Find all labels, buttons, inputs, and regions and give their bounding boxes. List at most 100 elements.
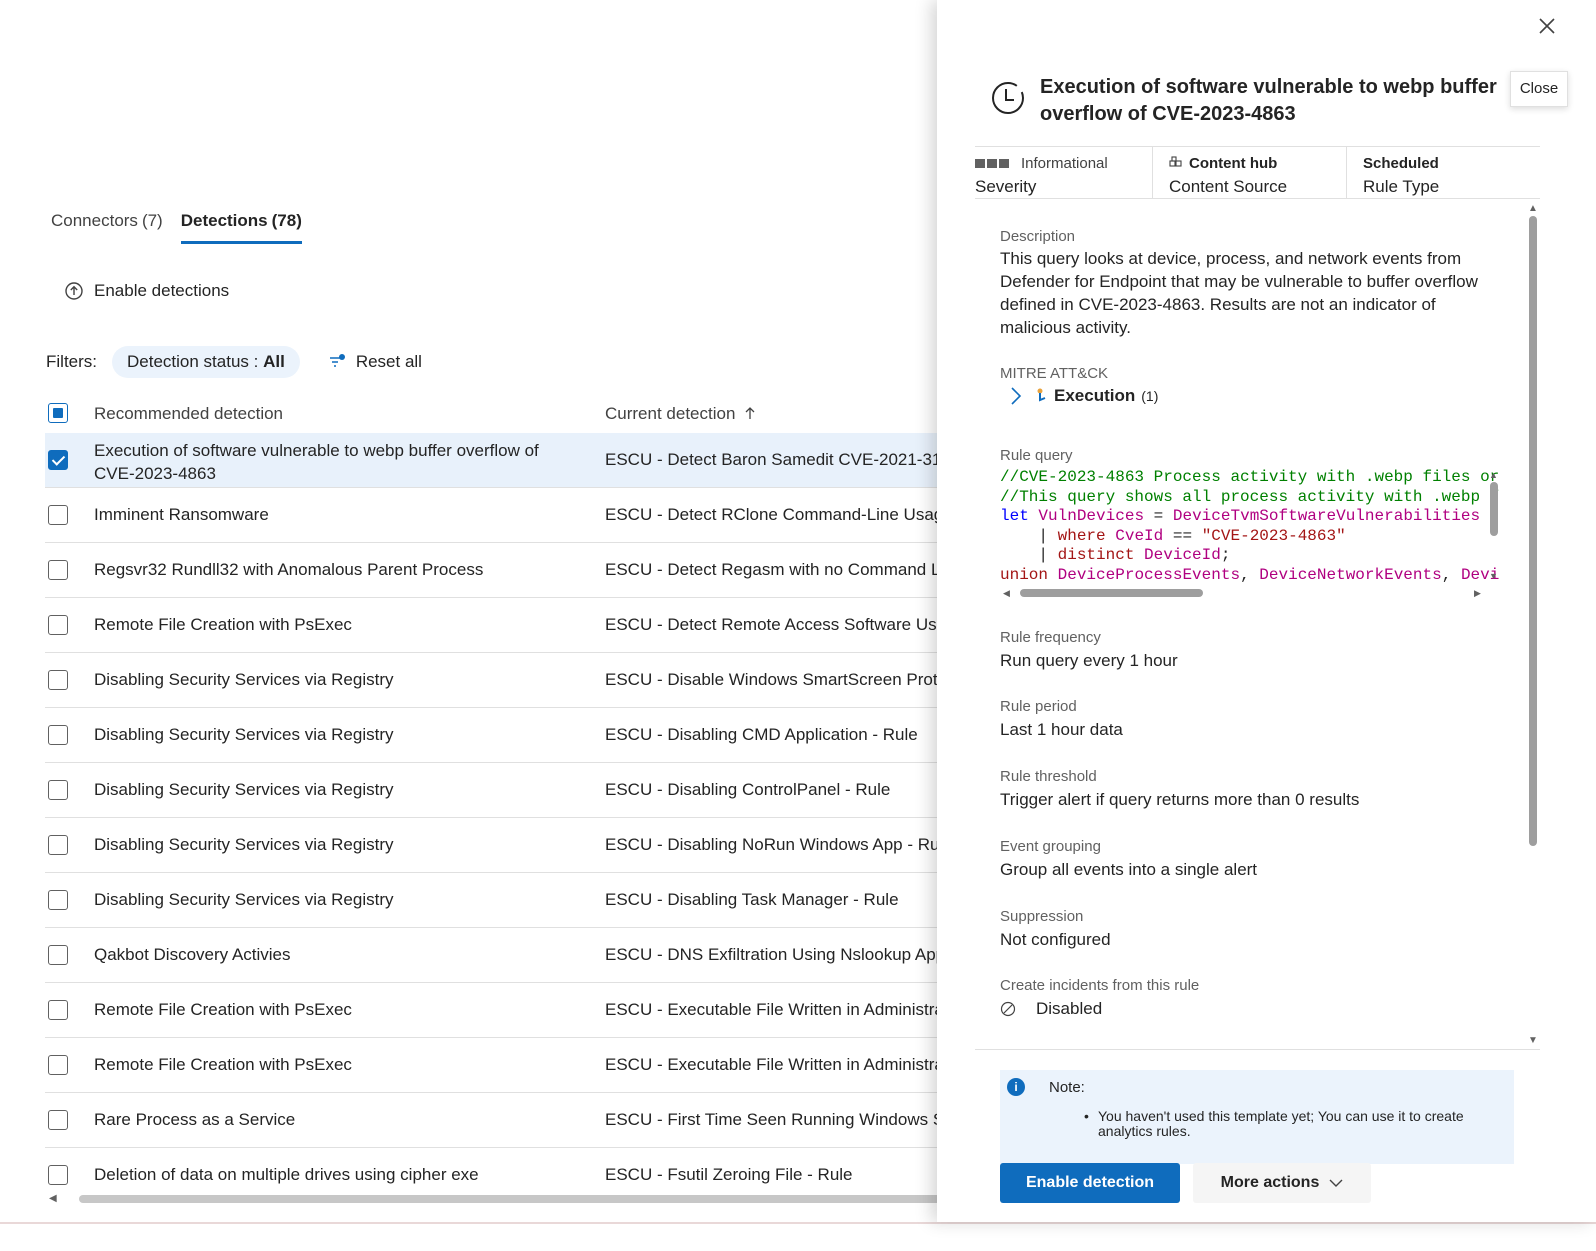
current-detection-cell: ESCU - Executable File Written in Admini… [605,1000,945,1019]
rule-frequency-label: Rule frequency [1000,629,1101,646]
suppression-label: Suppression [1000,908,1084,925]
filters-label: Filters: [46,352,97,371]
code-scroll-down-icon[interactable]: ▼ [1489,571,1498,581]
table-row[interactable]: Disabling Security Services via Registry… [45,818,945,873]
scroll-left-arrow-icon[interactable]: ◀ [49,1193,57,1204]
table-row[interactable]: Imminent Ransomware ESCU - Detect RClone… [45,488,945,543]
rule-query-editor[interactable]: //CVE-2023-4863 Process activity with .w… [1000,468,1500,600]
column-header-current-label: Current detection [605,404,736,423]
code-string: "CVE-2023-4863" [1201,526,1346,545]
enable-detections-button[interactable]: Enable detections [64,281,229,301]
table-row[interactable]: Remote File Creation with PsExec ESCU - … [45,598,945,653]
table-row[interactable]: Regsvr32 Rundll32 with Anomalous Parent … [45,543,945,598]
filter-pill-value: All [263,352,285,371]
detections-table: Execution of software vulnerable to webp… [45,433,945,1203]
mitre-tactic-count: (1) [1141,388,1159,404]
row-checkbox[interactable] [48,1000,68,1020]
rule-query-section: Rule query [1000,447,1510,464]
tab-detections[interactable]: Detections (78) [180,208,302,244]
event-grouping-value: Group all events into a single alert [1000,860,1258,879]
tab-list: Connectors (7) Detections (78) [51,208,302,244]
execution-tactic-icon [1037,388,1046,402]
select-all-checkbox[interactable] [48,403,68,423]
code-scroll-left-icon[interactable]: ◀ [1003,588,1010,599]
panel-scroll-down-icon[interactable]: ▼ [1528,1035,1538,1046]
rule-meta-strip: Informational Severity Content hub Conte… [975,146,1540,199]
code-vertical-scrollbar[interactable] [1490,482,1498,536]
row-checkbox[interactable] [48,1165,68,1185]
column-header-recommended[interactable]: Recommended detection [94,404,283,424]
rule-query-label: Rule query [1000,447,1073,464]
panel-vertical-scrollbar[interactable] [1529,216,1537,846]
row-checkbox[interactable] [48,725,68,745]
chevron-right-icon[interactable] [1010,386,1022,406]
reset-all-button[interactable]: Reset all [328,352,422,372]
recommended-detection-cell: Remote File Creation with PsExec [94,1055,352,1074]
row-checkbox[interactable] [48,670,68,690]
panel-title: Execution of software vulnerable to webp… [1040,76,1497,125]
current-detection-cell: ESCU - Disable Windows SmartScreen Prote… [605,670,945,689]
table-row[interactable]: Rare Process as a Service ESCU - First T… [45,1093,945,1148]
recommended-detection-cell: Execution of software vulnerable to webp… [94,441,539,483]
code-scroll-up-icon[interactable]: ▲ [1489,470,1498,480]
recommended-detection-cell: Disabling Security Services via Registry [94,890,394,909]
current-detection-cell: ESCU - Detect Regasm with no Command Lin… [605,560,945,579]
close-icon[interactable] [1535,14,1559,38]
table-row[interactable]: Qakbot Discovery Activies ESCU - DNS Exf… [45,928,945,983]
code-identifier: DeviceId [1144,546,1221,565]
row-checkbox[interactable] [48,450,68,470]
row-checkbox[interactable] [48,1110,68,1130]
bottom-divider [0,1222,1596,1224]
code-identifier: VulnDevices [1038,507,1145,526]
note-title: Note: [1049,1079,1085,1096]
table-horizontal-scrollbar[interactable]: ◀ [45,1193,945,1205]
row-checkbox[interactable] [48,615,68,635]
content-source-cell: Content hub Content Source [1152,147,1346,198]
row-checkbox[interactable] [48,945,68,965]
rule-frequency-value: Run query every 1 hour [1000,651,1178,670]
enable-detection-button[interactable]: Enable detection [1000,1163,1180,1203]
row-checkbox[interactable] [48,780,68,800]
row-checkbox[interactable] [48,1055,68,1075]
detection-status-filter[interactable]: Detection status : All [112,346,300,378]
mitre-tactic: Execution [1054,386,1136,405]
more-actions-button[interactable]: More actions [1193,1163,1371,1203]
table-row[interactable]: Disabling Security Services via Registry… [45,708,945,763]
scrollbar-thumb[interactable] [79,1195,945,1203]
table-row[interactable]: Remote File Creation with PsExec ESCU - … [45,1038,945,1093]
row-checkbox[interactable] [48,890,68,910]
code-identifier: DeviceNetworkEvents [1259,565,1442,584]
incidents-value: Disabled [1036,999,1103,1018]
detection-details-panel: Close Execution of software vulnerable t… [937,0,1596,1222]
current-detection-cell: ESCU - DNS Exfiltration Using Nslookup A… [605,945,945,964]
severity-label: Severity [975,177,1037,196]
table-row[interactable]: Remote File Creation with PsExec ESCU - … [45,983,945,1038]
mitre-section: MITRE ATT&CK Execution (1) [1000,365,1510,406]
table-row[interactable]: Disabling Security Services via Registry… [45,873,945,928]
tab-connectors[interactable]: Connectors (7) [51,208,163,244]
code-separator: , [1240,565,1250,584]
recommended-detection-cell: Disabling Security Services via Registry [94,835,394,854]
code-scroll-right-icon[interactable]: ▶ [1474,588,1481,599]
filter-bar: Filters: Detection status : All Reset al… [46,346,422,378]
table-row[interactable]: Execution of software vulnerable to webp… [45,433,945,488]
table-row[interactable]: Disabling Security Services via Registry… [45,763,945,818]
recommended-detection-cell: Remote File Creation with PsExec [94,615,352,634]
panel-scroll-up-icon[interactable]: ▲ [1528,203,1538,214]
code-horizontal-scrollbar[interactable] [1020,589,1203,597]
row-checkbox[interactable] [48,835,68,855]
recommended-detection-cell: Disabling Security Services via Registry [94,725,394,744]
event-grouping-section: Event grouping Group all events into a s… [1000,838,1510,881]
column-header-current[interactable]: Current detection [605,404,756,424]
row-checkbox[interactable] [48,560,68,580]
rule-query-code: //CVE-2023-4863 Process activity with .w… [1000,468,1500,586]
tab-detections-label: Detections [180,211,268,230]
suppression-section: Suppression Not configured [1000,908,1510,951]
incidents-label: Create incidents from this rule [1000,977,1200,994]
row-checkbox[interactable] [48,505,68,525]
recommended-detection-cell: Rare Process as a Service [94,1110,296,1129]
current-detection-cell: ESCU - Detect Remote Access Software Usa… [605,615,945,634]
table-row[interactable]: Disabling Security Services via Registry… [45,653,945,708]
current-detection-cell: ESCU - Disabling NoRun Windows App - Rul… [605,835,945,854]
description-section: Description This query looks at device, … [1000,228,1510,339]
